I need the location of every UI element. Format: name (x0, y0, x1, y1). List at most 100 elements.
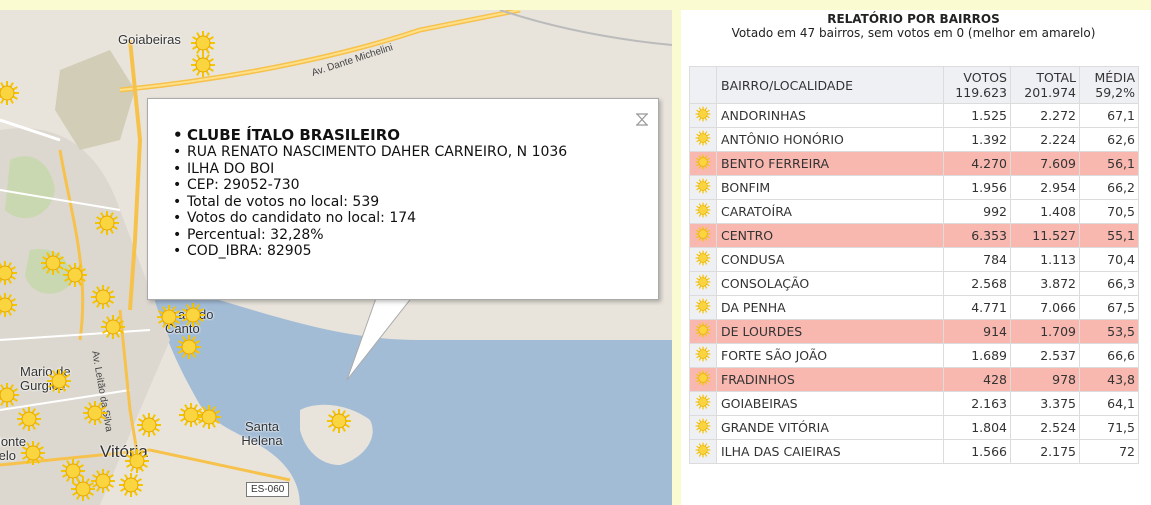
column-header-media-label: MÉDIA (1094, 70, 1135, 85)
popup-details: CLUBE ÍTALO BRASILEIRO RUA RENATO NASCIM… (173, 126, 567, 260)
sun-icon (689, 127, 717, 152)
column-header-media[interactable]: MÉDIA 59,2% (1079, 66, 1139, 104)
cell-votos: 1.804 (943, 415, 1011, 440)
cell-bairro: GOIABEIRAS (716, 391, 944, 416)
cell-votos: 1.689 (943, 343, 1011, 368)
table-row[interactable]: CENTRO 6.353 11.527 55,1 (689, 223, 1139, 248)
sun-icon (689, 295, 717, 320)
cell-votos: 6.353 (943, 223, 1011, 248)
table-row[interactable]: DE LOURDES 914 1.709 53,5 (689, 319, 1139, 344)
sun-icon (689, 391, 717, 416)
table-row[interactable]: FORTE SÃO JOÃO 1.689 2.537 66,6 (689, 343, 1139, 368)
column-header-total[interactable]: TOTAL 201.974 (1010, 66, 1080, 104)
cell-votos: 1.525 (943, 103, 1011, 128)
popup-candidate-votes: Votos do candidato no local: 174 (173, 210, 567, 227)
sun-icon (689, 151, 717, 176)
cell-votos: 1.566 (943, 439, 1011, 464)
sun-icon (689, 223, 717, 248)
cell-media: 64,1 (1079, 391, 1139, 416)
cell-bairro: ANDORINHAS (716, 103, 944, 128)
total-total-value: 201.974 (1024, 85, 1076, 100)
sun-icon (689, 199, 717, 224)
cell-bairro: ILHA DAS CAIEIRAS (716, 439, 944, 464)
report-subtitle: Votado em 47 bairros, sem votos em 0 (me… (731, 26, 1096, 40)
table-row[interactable]: GRANDE VITÓRIA 1.804 2.524 71,5 (689, 415, 1139, 440)
cell-total: 11.527 (1010, 223, 1080, 248)
report-title: RELATÓRIO POR BAIRROS (827, 12, 1000, 26)
cell-total: 1.709 (1010, 319, 1080, 344)
popup-percent: Percentual: 32,28% (173, 227, 567, 244)
cell-media: 66,3 (1079, 271, 1139, 296)
table-row[interactable]: CONDUSA 784 1.113 70,4 (689, 247, 1139, 272)
popup-code: COD_IBRA: 82905 (173, 243, 567, 260)
map-view[interactable]: Goiabeiras Av. Dante Michelini Praia do … (0, 10, 672, 505)
table-header-row: BAIRRO/LOCALIDADE VOTOS 119.623 TOTAL 201.… (689, 66, 1139, 104)
sun-icon (689, 439, 717, 464)
cell-media: 43,8 (1079, 367, 1139, 392)
sun-icon (689, 319, 717, 344)
popup-total-votes: Total de votos no local: 539 (173, 194, 567, 211)
cell-bairro: DA PENHA (716, 295, 944, 320)
close-icon[interactable] (634, 111, 650, 127)
column-header-name-label: BAIRRO/LOCALIDADE (721, 77, 854, 93)
votos-total-value: 119.623 (955, 85, 1007, 100)
cell-media: 70,4 (1079, 247, 1139, 272)
cell-total: 3.375 (1010, 391, 1080, 416)
cell-votos: 428 (943, 367, 1011, 392)
cell-total: 1.113 (1010, 247, 1080, 272)
cell-bairro: DE LOURDES (716, 319, 944, 344)
cell-media: 62,6 (1079, 127, 1139, 152)
cell-votos: 4.270 (943, 151, 1011, 176)
cell-bairro: BONFIM (716, 175, 944, 200)
cell-media: 66,2 (1079, 175, 1139, 200)
table-row[interactable]: CARATOÍRA 992 1.408 70,5 (689, 199, 1139, 224)
column-header-total-label: TOTAL (1036, 70, 1076, 85)
table-row[interactable]: ANTÔNIO HONÓRIO 1.392 2.224 62,6 (689, 127, 1139, 152)
cell-media: 70,5 (1079, 199, 1139, 224)
cell-bairro: ANTÔNIO HONÓRIO (716, 127, 944, 152)
cell-votos: 4.771 (943, 295, 1011, 320)
cell-media: 71,5 (1079, 415, 1139, 440)
cell-bairro: CENTRO (716, 223, 944, 248)
cell-votos: 992 (943, 199, 1011, 224)
cell-votos: 914 (943, 319, 1011, 344)
column-header-votos-label: VOTOS (963, 70, 1007, 85)
sun-icon (689, 343, 717, 368)
sun-icon (689, 175, 717, 200)
cell-media: 53,5 (1079, 319, 1139, 344)
popup-cep: CEP: 29052-730 (173, 177, 567, 194)
table-row[interactable]: FRADINHOS 428 978 43,8 (689, 367, 1139, 392)
media-total-value: 59,2% (1095, 85, 1135, 100)
column-header-name[interactable]: BAIRRO/LOCALIDADE (716, 66, 944, 104)
cell-total: 2.537 (1010, 343, 1080, 368)
cell-total: 3.872 (1010, 271, 1080, 296)
sun-icon (689, 103, 717, 128)
popup-address: RUA RENATO NASCIMENTO DAHER CARNEIRO, N … (173, 144, 567, 161)
cell-media: 67,1 (1079, 103, 1139, 128)
cell-bairro: CARATOÍRA (716, 199, 944, 224)
cell-total: 978 (1010, 367, 1080, 392)
cell-votos: 1.956 (943, 175, 1011, 200)
cell-media: 72 (1079, 439, 1139, 464)
popup-neighborhood: ILHA DO BOI (173, 161, 567, 178)
cell-bairro: CONDUSA (716, 247, 944, 272)
table-row[interactable]: BONFIM 1.956 2.954 66,2 (689, 175, 1139, 200)
sun-icon (689, 247, 717, 272)
table-row[interactable]: CONSOLAÇÃO 2.568 3.872 66,3 (689, 271, 1139, 296)
table-row[interactable]: DA PENHA 4.771 7.066 67,5 (689, 295, 1139, 320)
table-row[interactable]: BENTO FERREIRA 4.270 7.609 56,1 (689, 151, 1139, 176)
table-row[interactable]: ANDORINHAS 1.525 2.272 67,1 (689, 103, 1139, 128)
column-header-votos[interactable]: VOTOS 119.623 (943, 66, 1011, 104)
cell-total: 2.175 (1010, 439, 1080, 464)
report-panel: RELATÓRIO POR BAIRROS Votado em 47 bairr… (681, 10, 1151, 505)
table-row[interactable]: ILHA DAS CAIEIRAS 1.566 2.175 72 (689, 439, 1139, 464)
popup-title: CLUBE ÍTALO BRASILEIRO (173, 126, 567, 144)
cell-total: 1.408 (1010, 199, 1080, 224)
cell-media: 66,6 (1079, 343, 1139, 368)
table-body: ANDORINHAS 1.525 2.272 67,1 ANTÔNIO HONÓRIO 1… (689, 103, 1139, 464)
table-row[interactable]: GOIABEIRAS 2.163 3.375 64,1 (689, 391, 1139, 416)
icon-column-header (689, 66, 717, 104)
info-popup: CLUBE ÍTALO BRASILEIRO RUA RENATO NASCIM… (147, 98, 659, 300)
neighborhood-table: BAIRRO/LOCALIDADE VOTOS 119.623 TOTAL 201.… (689, 66, 1139, 464)
cell-media: 56,1 (1079, 151, 1139, 176)
